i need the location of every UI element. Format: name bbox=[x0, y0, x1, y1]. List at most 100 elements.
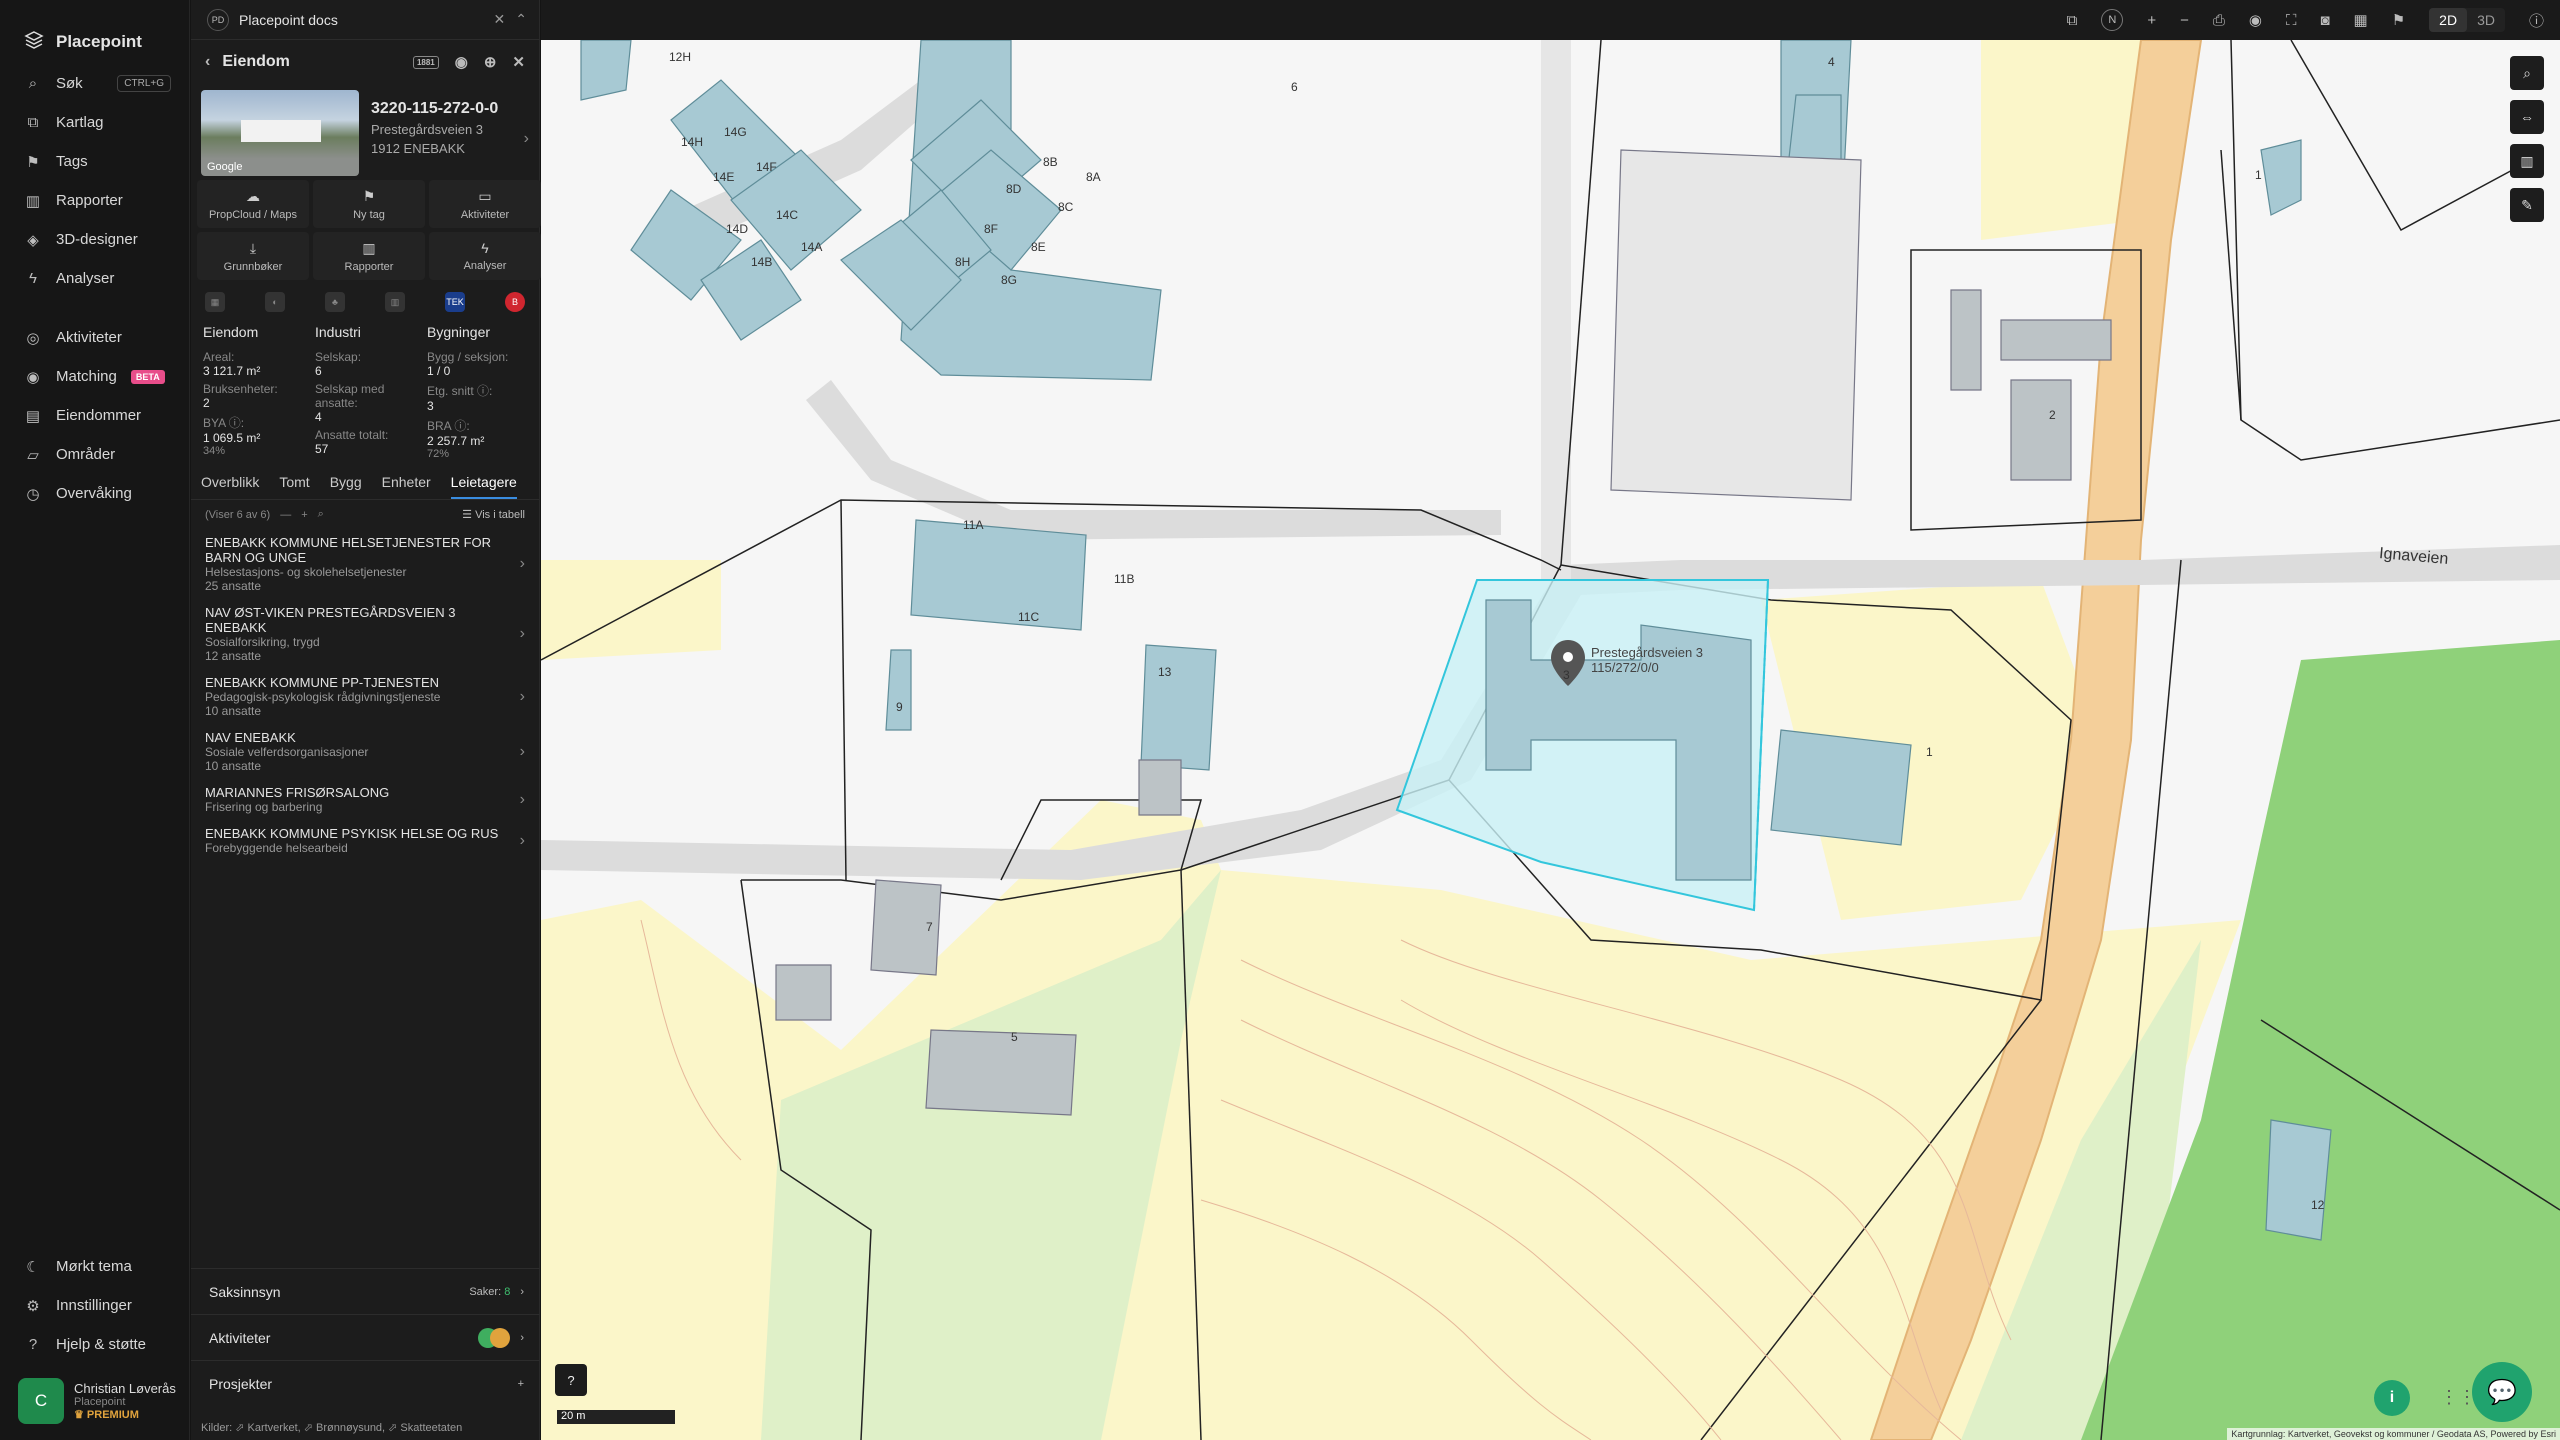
street-view-thumbnail[interactable]: Google bbox=[201, 90, 359, 176]
building-number-label: 12 bbox=[2311, 1198, 2325, 1212]
zoom-out-icon[interactable]: − bbox=[2180, 12, 2189, 29]
address-line1: Prestegårdsveien 3 bbox=[371, 122, 484, 137]
nav-item-label: Hjelp & støtte bbox=[56, 1336, 147, 1353]
tab-leietagere[interactable]: Leietagere bbox=[450, 474, 517, 499]
chevron-right-icon[interactable]: › bbox=[524, 130, 529, 170]
help-icon[interactable]: ? bbox=[555, 1364, 587, 1396]
tab-bygg[interactable]: Bygg bbox=[330, 474, 362, 499]
action-aktiviteter[interactable]: ▭ Aktiviteter bbox=[429, 180, 541, 228]
nav-item-mørkt-tema[interactable]: ☾ Mørkt tema bbox=[0, 1247, 190, 1286]
mode-3d-button[interactable]: 3D bbox=[2467, 8, 2505, 32]
brand-name: Placepoint bbox=[56, 32, 142, 51]
building-number-label: 8F bbox=[984, 222, 999, 236]
stat-percent: 34% bbox=[203, 445, 226, 457]
tenant-emp: 10 ansatte bbox=[205, 759, 262, 773]
aktiviteter-section[interactable]: Aktiviteter › bbox=[191, 1314, 540, 1360]
measure-icon[interactable]: ⇔ bbox=[2510, 100, 2544, 134]
building-number-label: 8D bbox=[1006, 182, 1022, 196]
source-icon-4[interactable]: ▥ bbox=[385, 292, 405, 312]
action-grunnbøker[interactable]: ⤓ Grunnbøker bbox=[197, 232, 309, 280]
prosjekter-section[interactable]: Prosjekter + bbox=[191, 1360, 540, 1406]
draw-icon[interactable]: ✎ bbox=[2510, 188, 2544, 222]
nav-item-matching[interactable]: ◉ Matching BETA bbox=[0, 357, 189, 396]
source-icon-3[interactable]: ♣ bbox=[325, 292, 345, 312]
chevron-right-icon[interactable]: › bbox=[520, 1332, 524, 1344]
doc-tab[interactable]: PD Placepoint docs ✕ ⌃ bbox=[191, 0, 539, 40]
directory-badge[interactable]: 1881 bbox=[412, 55, 439, 69]
list-item[interactable]: ENEBAKK KOMMUNE PSYKISK HELSE OG RUS Fore… bbox=[191, 820, 539, 861]
tek-badge[interactable]: TEK bbox=[445, 292, 465, 312]
eye-icon[interactable]: ◉ bbox=[455, 53, 468, 71]
grid-icon[interactable]: ▦ bbox=[2354, 11, 2368, 29]
eye-icon[interactable]: ◉ bbox=[2249, 11, 2262, 29]
close-panel-icon[interactable]: ✕ bbox=[512, 53, 525, 71]
list-item[interactable]: ENEBAKK KOMMUNE HELSETJENESTER FOR BARN … bbox=[191, 529, 539, 599]
add-circle-icon[interactable]: ⊕ bbox=[484, 53, 497, 71]
print-icon[interactable]: ⎙ bbox=[2213, 12, 2225, 29]
add-icon[interactable]: + bbox=[518, 1378, 524, 1390]
info-icon[interactable]: i bbox=[2374, 1380, 2410, 1416]
building-number-label: 13 bbox=[1158, 665, 1172, 679]
nav-item-områder[interactable]: ▱ Områder bbox=[0, 435, 189, 474]
stat-value: 2 bbox=[203, 396, 210, 410]
building-number-label: 14B bbox=[751, 255, 773, 269]
nav-item-overvåking[interactable]: ◷ Overvåking bbox=[0, 474, 189, 513]
action-rapporter[interactable]: ▥ Rapporter bbox=[313, 232, 425, 280]
saksinnsyn-section[interactable]: Saksinnsyn Saker: 8 › bbox=[191, 1268, 540, 1314]
chevron-updown-icon[interactable]: ⌃ bbox=[515, 11, 527, 28]
list-item[interactable]: NAV ENEBAKK Sosiale velferdsorganisasjone… bbox=[191, 724, 539, 779]
b-badge[interactable]: B bbox=[505, 292, 525, 312]
show-table-button[interactable]: ☰ Vis i tabell bbox=[462, 508, 525, 521]
shortcut-hint: CTRL+G bbox=[117, 75, 171, 92]
stat-value: 1 / 0 bbox=[427, 364, 451, 378]
drag-handle-icon[interactable]: ⋮⋮ bbox=[2440, 1387, 2476, 1408]
nav-item-hjelp-støtte[interactable]: ? Hjelp & støtte bbox=[0, 1325, 190, 1364]
layers-stack-icon[interactable]: ⧉ bbox=[2067, 12, 2078, 29]
nav-item-label: Eiendommer bbox=[56, 407, 142, 424]
close-icon[interactable]: ✕ bbox=[494, 11, 506, 28]
user-profile[interactable]: C Christian Løverås Placepoint ♛ PREMIUM bbox=[18, 1378, 180, 1424]
download-icon: ⤓ bbox=[249, 239, 257, 256]
collapse-icon[interactable]: — bbox=[280, 509, 291, 521]
stat-label: Etg. snitt ⓘ: bbox=[427, 384, 493, 398]
map-canvas[interactable]: Prestegårdsveien 3 115/272/0/0 3 Ignavei… bbox=[541, 40, 2560, 1440]
nav-item-kartlag[interactable]: ⧉ Kartlag bbox=[0, 103, 189, 142]
nav-item-tags[interactable]: ⚑ Tags bbox=[0, 142, 189, 181]
search-area-icon[interactable]: ⌕ bbox=[2510, 56, 2544, 90]
nav-item-søk[interactable]: ⌕ Søk CTRL+G bbox=[0, 64, 189, 103]
chevron-right-icon[interactable]: › bbox=[520, 1286, 524, 1298]
action-ny-tag[interactable]: ⚑ Ny tag bbox=[313, 180, 425, 228]
info-icon[interactable]: ⓘ bbox=[2529, 10, 2544, 31]
bookmark-icon[interactable]: ⚑ bbox=[2392, 11, 2405, 29]
list-item[interactable]: ENEBAKK KOMMUNE PP-TJENESTEN Pedagogisk-p… bbox=[191, 669, 539, 724]
area-icon: ▱ bbox=[27, 446, 39, 464]
action-propcloud-maps[interactable]: ☁ PropCloud / Maps bbox=[197, 180, 309, 228]
chat-icon[interactable]: 💬 bbox=[2472, 1362, 2532, 1422]
list-item[interactable]: NAV ØST-VIKEN PRESTEGÅRDSVEIEN 3 ENEBAKK… bbox=[191, 599, 539, 669]
nav-item-analyser[interactable]: ϟ Analyser bbox=[0, 259, 189, 298]
back-icon[interactable]: ‹ bbox=[205, 53, 210, 71]
source-icon-1[interactable]: ▦ bbox=[205, 292, 225, 312]
list-item[interactable]: MARIANNES FRISØRSALONG Frisering og barbe… bbox=[191, 779, 539, 820]
tab-tomt[interactable]: Tomt bbox=[279, 474, 309, 499]
mode-2d-button[interactable]: 2D bbox=[2429, 8, 2468, 32]
add-icon[interactable]: + bbox=[301, 509, 307, 521]
source-icon-2[interactable]: ◐ bbox=[265, 292, 285, 312]
nav-item-innstillinger[interactable]: ⚙ Innstillinger bbox=[0, 1286, 190, 1325]
nav-item-rapporter[interactable]: ▥ Rapporter bbox=[0, 181, 189, 220]
stat-value: 57 bbox=[315, 442, 329, 456]
zoom-in-icon[interactable]: + bbox=[2147, 12, 2156, 29]
action-analyser[interactable]: ϟ Analyser bbox=[429, 232, 541, 280]
brand[interactable]: Placepoint bbox=[0, 0, 189, 64]
tab-overblikk[interactable]: Overblikk bbox=[201, 474, 259, 499]
camera-icon[interactable]: ◙ bbox=[2320, 12, 2329, 29]
compass-icon[interactable]: N bbox=[2101, 9, 2124, 31]
nav-item-3d-designer[interactable]: ◈ 3D-designer bbox=[0, 220, 189, 259]
action-label: Rapporter bbox=[344, 260, 394, 273]
tab-enheter[interactable]: Enheter bbox=[382, 474, 431, 499]
search-icon[interactable]: ⌕ bbox=[318, 508, 324, 521]
fullscreen-icon[interactable]: ⛶ bbox=[2286, 12, 2297, 29]
chart-icon[interactable]: ▥ bbox=[2510, 144, 2544, 178]
nav-item-eiendommer[interactable]: ▤ Eiendommer bbox=[0, 396, 189, 435]
nav-item-aktiviteter[interactable]: ◎ Aktiviteter bbox=[0, 318, 189, 357]
